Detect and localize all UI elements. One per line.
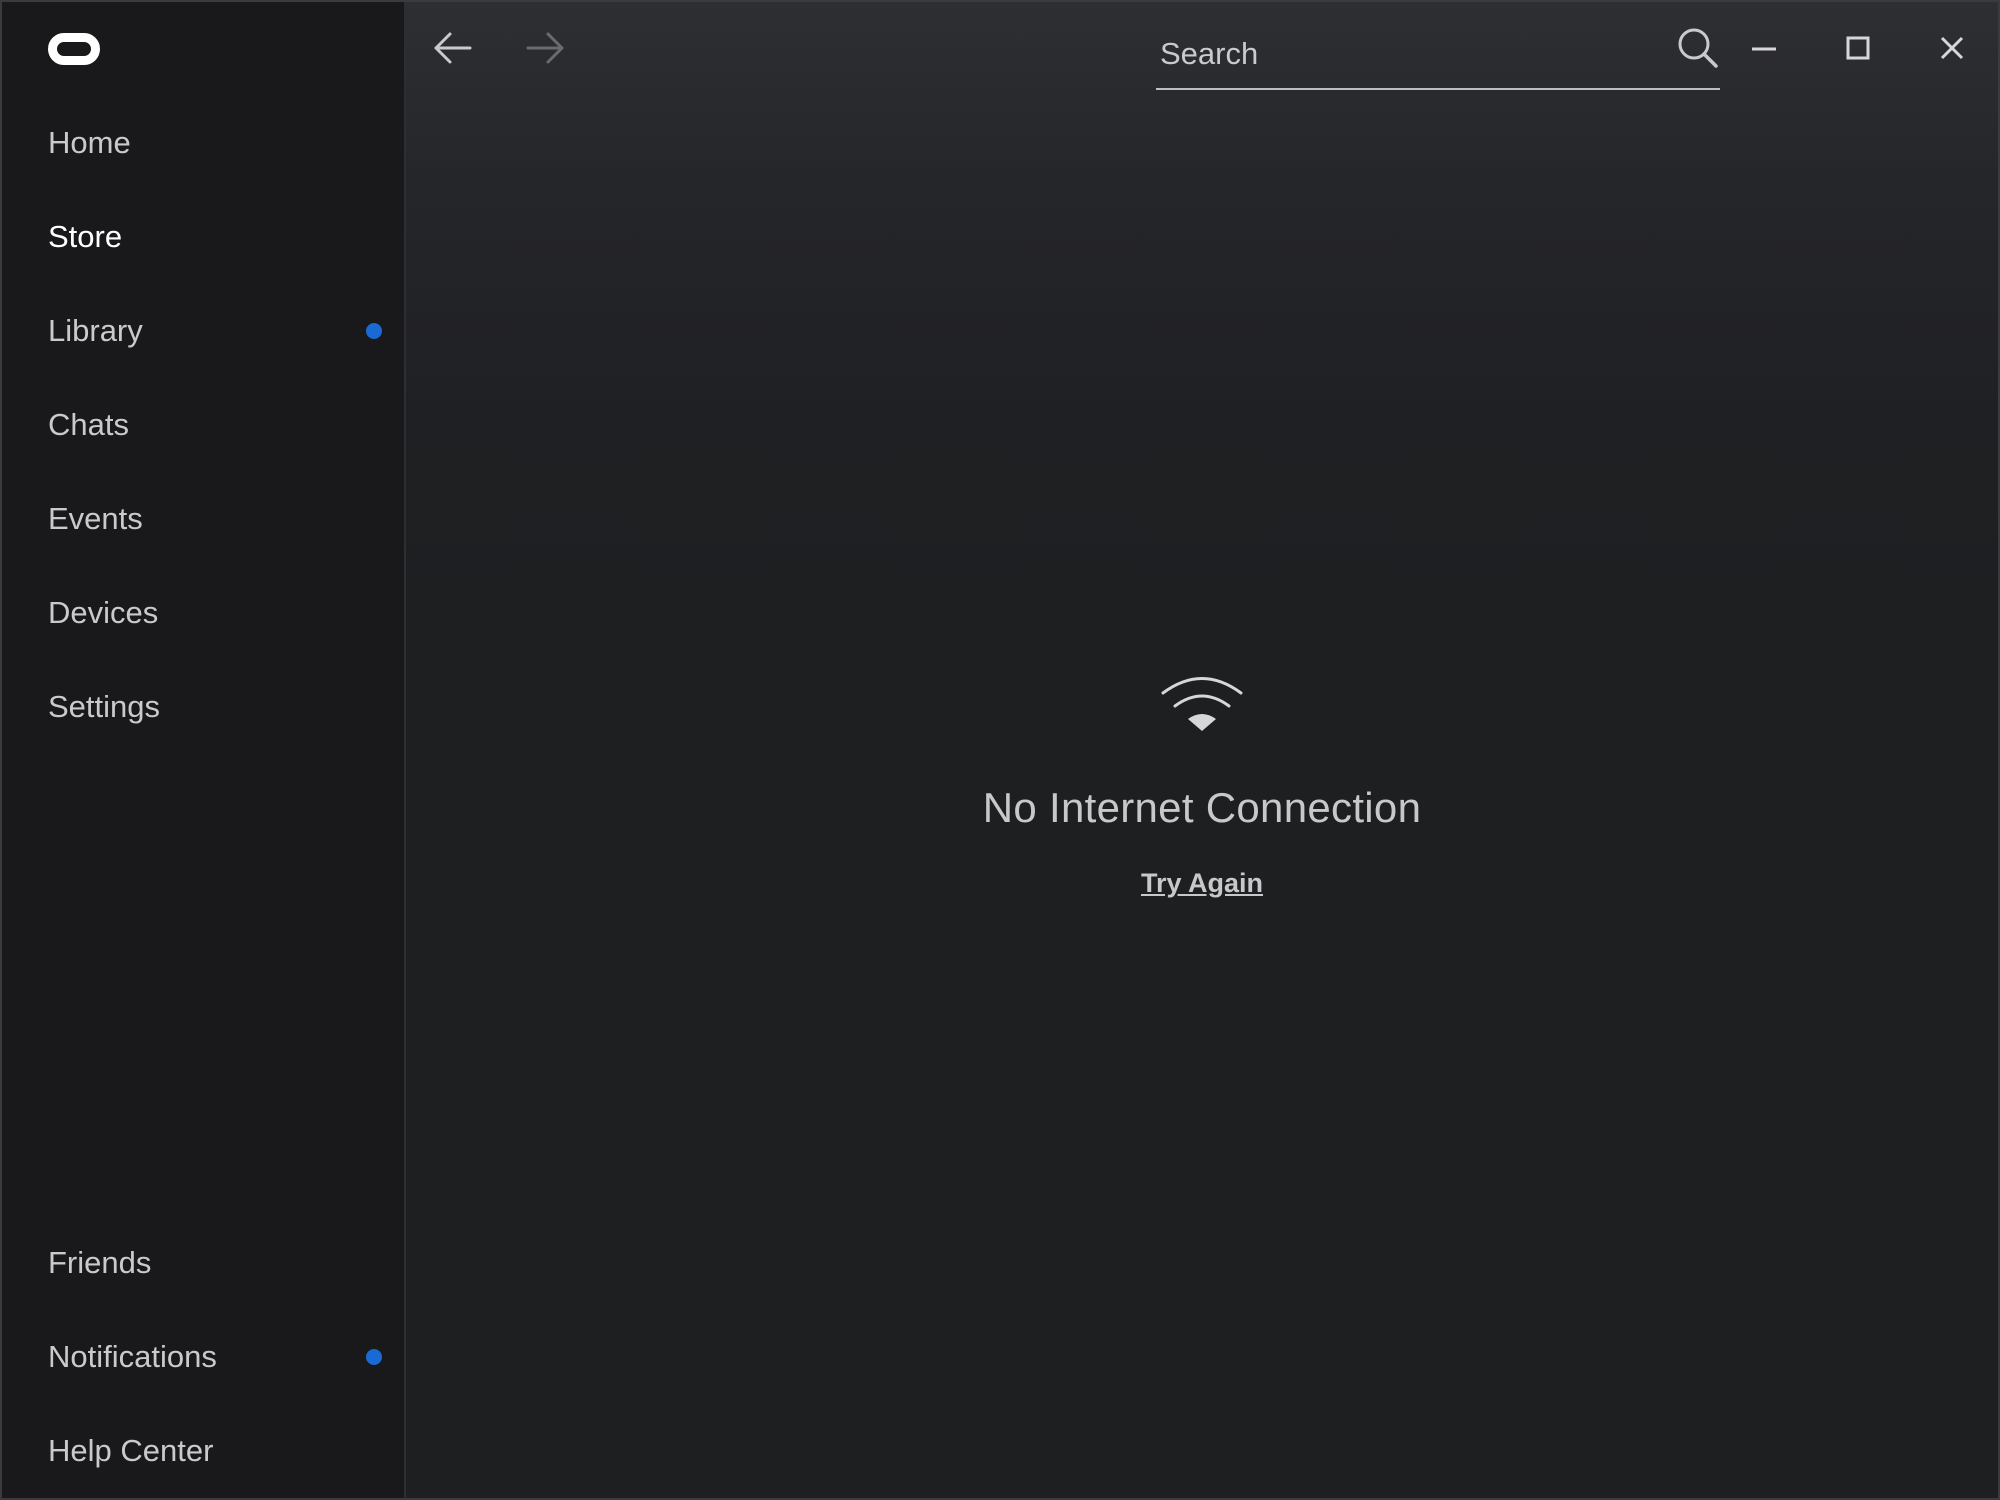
sidebar-item-label: Home: [48, 125, 131, 160]
sidebar-item-devices[interactable]: Devices: [2, 566, 404, 660]
sidebar-item-settings[interactable]: Settings: [2, 660, 404, 754]
sidebar-item-chats[interactable]: Chats: [2, 378, 404, 472]
no-connection-panel: No Internet Connection Try Again: [406, 672, 1998, 899]
sidebar-item-label: Devices: [48, 595, 159, 630]
sidebar-item-label: Store: [48, 219, 123, 254]
sidebar-item-label: Help Center: [48, 1433, 214, 1468]
sidebar-item-store[interactable]: Store: [2, 190, 404, 284]
arrow-left-icon[interactable]: [430, 28, 474, 68]
sidebar-item-events[interactable]: Events: [2, 472, 404, 566]
minimize-icon[interactable]: [1736, 24, 1792, 74]
search-box: [1156, 20, 1720, 90]
no-connection-message: No Internet Connection: [982, 784, 1422, 831]
sidebar-item-label: Events: [48, 501, 143, 536]
close-icon[interactable]: [1924, 24, 1980, 74]
sidebar-nav: Home Store Library Chats Events Devices …: [2, 96, 404, 754]
notification-dot: [366, 323, 382, 339]
sidebar-item-friends[interactable]: Friends: [2, 1216, 404, 1310]
oculus-logo-icon[interactable]: [48, 33, 100, 65]
sidebar-item-home[interactable]: Home: [2, 96, 404, 190]
sidebar-item-library[interactable]: Library: [2, 284, 404, 378]
sidebar-item-label: Library: [48, 313, 143, 348]
sidebar-item-notifications[interactable]: Notifications: [2, 1310, 404, 1404]
try-again-link[interactable]: Try Again: [1141, 868, 1263, 899]
maximize-icon[interactable]: [1830, 24, 1886, 74]
sidebar-item-label: Settings: [48, 689, 161, 724]
main-content: No Internet Connection Try Again: [406, 2, 1998, 1498]
search-input[interactable]: [1158, 30, 1642, 78]
sidebar-bottom-nav: Friends Notifications Help Center: [2, 1216, 404, 1498]
sidebar-item-label: Notifications: [48, 1339, 217, 1374]
search-icon[interactable]: [1676, 26, 1720, 70]
wifi-icon: [1161, 677, 1243, 731]
app-window: Home Store Library Chats Events Devices …: [0, 0, 2000, 1500]
sidebar-item-help-center[interactable]: Help Center: [2, 1404, 404, 1498]
sidebar-item-label: Friends: [48, 1245, 152, 1280]
notification-dot: [366, 1349, 382, 1365]
sidebar-item-label: Chats: [48, 407, 129, 442]
sidebar: Home Store Library Chats Events Devices …: [2, 2, 406, 1498]
arrow-right-icon[interactable]: [524, 28, 568, 68]
